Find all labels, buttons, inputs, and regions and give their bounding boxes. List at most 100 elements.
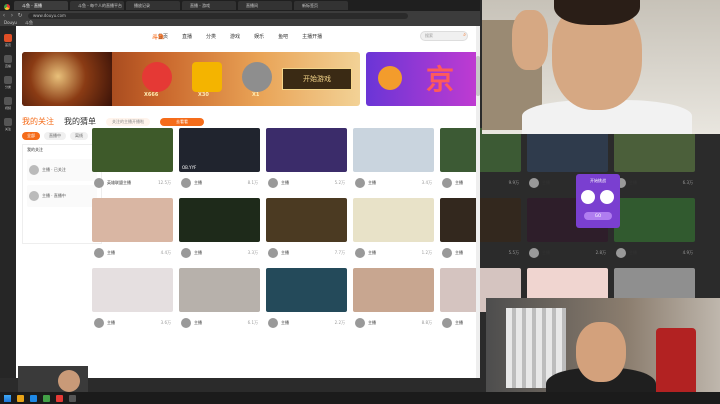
room-thumbnail[interactable] bbox=[92, 268, 173, 312]
avatar[interactable] bbox=[442, 318, 452, 328]
room-thumbnail[interactable] bbox=[179, 198, 260, 242]
avatar[interactable] bbox=[355, 248, 365, 258]
back-icon[interactable]: ‹ bbox=[0, 12, 8, 19]
browser-tab[interactable]: 直播间 bbox=[238, 1, 292, 10]
search-input[interactable]: 搜索 bbox=[420, 31, 468, 41]
option-icon[interactable] bbox=[600, 190, 614, 204]
room-thumbnail[interactable] bbox=[92, 198, 173, 242]
app-icon[interactable] bbox=[56, 394, 63, 402]
avatar[interactable] bbox=[442, 248, 452, 258]
page-scrollbar[interactable] bbox=[476, 26, 480, 378]
popup-go-button[interactable]: GO bbox=[584, 212, 612, 220]
room-card[interactable]: 主播 2.2万 bbox=[266, 268, 347, 334]
room-thumbnail[interactable] bbox=[440, 198, 521, 242]
anchor-name[interactable]: 主播 bbox=[455, 180, 506, 186]
anchor-name[interactable]: 主播 bbox=[194, 250, 245, 256]
anchor-name[interactable]: 主播 bbox=[368, 180, 419, 186]
filter-chip[interactable]: 全部 bbox=[22, 132, 40, 140]
avatar[interactable] bbox=[94, 178, 104, 188]
avatar[interactable] bbox=[94, 318, 104, 328]
app-icon[interactable] bbox=[43, 394, 50, 402]
avatar[interactable] bbox=[94, 248, 104, 258]
room-card[interactable]: OB.YYF 主播 8.1万 bbox=[179, 128, 260, 194]
anchor-name[interactable]: 主播 bbox=[368, 250, 419, 256]
avatar[interactable] bbox=[529, 248, 539, 258]
browser-icon[interactable] bbox=[30, 394, 37, 402]
filter-chip[interactable]: 离线 bbox=[70, 132, 88, 140]
room-card[interactable]: 主播 6.1万 bbox=[179, 268, 260, 334]
room-card[interactable]: 主播 3.4万 bbox=[353, 128, 434, 194]
room-thumbnail[interactable] bbox=[527, 128, 608, 172]
avatar[interactable] bbox=[181, 178, 191, 188]
room-card[interactable]: 主播 1.2万 bbox=[353, 198, 434, 264]
search-icon[interactable]: ⌕ bbox=[463, 32, 466, 38]
app-icon[interactable] bbox=[69, 394, 76, 402]
followed-anchor-card[interactable]: 主播 · 已关注 bbox=[27, 159, 97, 181]
avatar[interactable] bbox=[529, 178, 539, 188]
filter-chip[interactable]: 直播中 bbox=[44, 132, 66, 140]
anchor-name[interactable]: 主播 bbox=[194, 180, 245, 186]
room-thumbnail[interactable]: OB.YYF bbox=[179, 128, 260, 172]
anchor-name[interactable]: 英雄联盟主播 bbox=[107, 180, 155, 186]
url-input[interactable]: www.douyu.com bbox=[28, 12, 408, 19]
room-thumbnail[interactable] bbox=[179, 268, 260, 312]
sidebar-item-video[interactable]: 视频 bbox=[2, 97, 14, 110]
nav-item[interactable]: 游戏 bbox=[230, 33, 240, 40]
room-thumbnail[interactable] bbox=[614, 198, 695, 242]
avatar[interactable] bbox=[616, 248, 626, 258]
start-game-button[interactable]: 开始游戏 bbox=[282, 68, 352, 90]
room-thumbnail[interactable] bbox=[353, 268, 434, 312]
followed-anchor-card[interactable]: 主播 · 直播中 bbox=[27, 185, 97, 207]
room-thumbnail[interactable] bbox=[266, 198, 347, 242]
challenge-popup[interactable]: 开始挑战 GO bbox=[576, 174, 620, 228]
anchor-name[interactable]: 主播 bbox=[455, 250, 506, 256]
anchor-name[interactable]: 主播 bbox=[629, 180, 680, 186]
anchor-name[interactable]: 主播 bbox=[107, 320, 158, 326]
room-thumbnail[interactable] bbox=[266, 268, 347, 312]
avatar[interactable] bbox=[268, 248, 278, 258]
room-card[interactable]: 英雄联盟主播 12.5万 bbox=[92, 128, 173, 194]
anchor-name[interactable]: 主播 bbox=[281, 250, 332, 256]
side-banner[interactable]: 京 bbox=[366, 52, 480, 106]
room-card[interactable]: 主播 3.3万 bbox=[179, 198, 260, 264]
nav-item[interactable]: 鱼吧 bbox=[278, 33, 288, 40]
avatar[interactable] bbox=[355, 178, 365, 188]
avatar[interactable] bbox=[268, 318, 278, 328]
room-card[interactable]: 主播 3.6万 bbox=[92, 268, 173, 334]
room-card[interactable]: 主播 8.8万 bbox=[353, 268, 434, 334]
room-thumbnail[interactable] bbox=[440, 128, 521, 172]
anchor-name[interactable]: 主播 bbox=[194, 320, 245, 326]
browser-tab[interactable]: 斗鱼 - 直播 bbox=[14, 1, 68, 10]
room-card[interactable]: 主播 4.9万 bbox=[614, 198, 695, 264]
room-card[interactable]: 主播 7.7万 bbox=[266, 198, 347, 264]
room-thumbnail[interactable] bbox=[92, 128, 173, 172]
nav-item[interactable]: 分类 bbox=[206, 33, 216, 40]
room-card[interactable]: 主播 9.9万 bbox=[440, 128, 521, 194]
browser-tab[interactable]: 直播 - 游戏 bbox=[182, 1, 236, 10]
notice-button[interactable]: 去看看 bbox=[160, 117, 204, 126]
sidebar-item-home[interactable]: 首页 bbox=[2, 34, 14, 47]
tab-my-follow[interactable]: 我的关注 bbox=[22, 116, 54, 127]
anchor-name[interactable]: 主播 bbox=[542, 250, 593, 256]
nav-item[interactable]: 主播开播 bbox=[302, 33, 322, 40]
option-icon[interactable] bbox=[581, 190, 595, 204]
anchor-name[interactable]: 主播 bbox=[368, 320, 419, 326]
forward-icon[interactable]: › bbox=[8, 12, 16, 19]
anchor-name[interactable]: 主播 bbox=[281, 180, 332, 186]
nav-item[interactable]: 娱乐 bbox=[254, 33, 264, 40]
room-card[interactable]: 主播 5.2万 bbox=[266, 128, 347, 194]
room-card[interactable]: 主播 6.3万 bbox=[614, 128, 695, 194]
room-card[interactable]: 主播 4.4万 bbox=[92, 198, 173, 264]
avatar[interactable] bbox=[268, 178, 278, 188]
room-thumbnail[interactable] bbox=[266, 128, 347, 172]
room-card[interactable]: 主播 5.5万 bbox=[440, 198, 521, 264]
sidebar-item-follow[interactable]: 关注 bbox=[2, 118, 14, 131]
sidebar-item-category[interactable]: 分类 bbox=[2, 76, 14, 89]
avatar[interactable] bbox=[181, 318, 191, 328]
windows-start-icon[interactable] bbox=[4, 394, 11, 402]
reload-icon[interactable]: ↻ bbox=[16, 12, 24, 19]
avatar[interactable] bbox=[442, 178, 452, 188]
browser-tab[interactable]: 播放记录 bbox=[126, 1, 180, 10]
anchor-name[interactable]: 主播 bbox=[629, 250, 680, 256]
tab-my-list[interactable]: 我的猜单 bbox=[64, 116, 96, 127]
